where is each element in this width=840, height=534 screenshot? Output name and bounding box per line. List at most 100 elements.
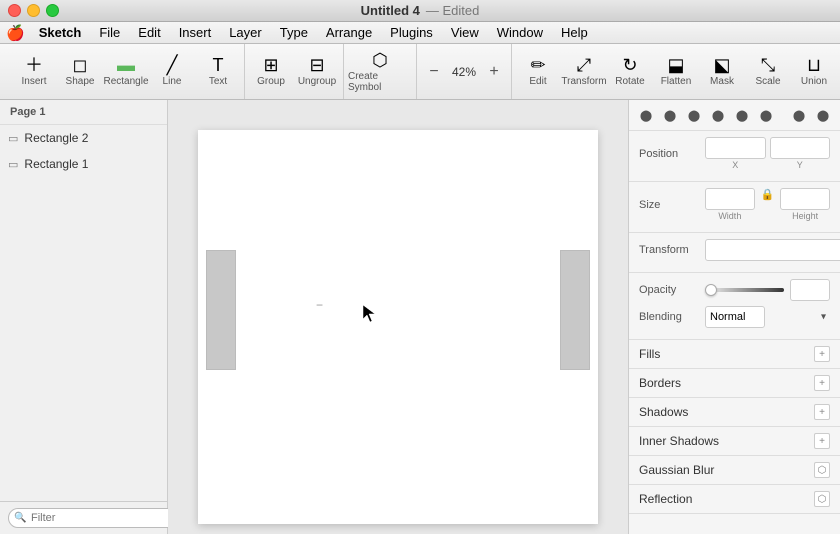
blending-label: Blending: [639, 311, 699, 323]
union-icon: ⊔: [807, 56, 821, 74]
shadows-add-button[interactable]: +: [814, 404, 830, 420]
position-section: Position X Y: [629, 131, 840, 182]
layer-rectangle1-name: Rectangle 1: [24, 157, 88, 171]
align-top-button[interactable]: ⬤: [707, 104, 729, 126]
insert-icon: ＋: [25, 56, 43, 74]
menu-edit[interactable]: Edit: [130, 23, 168, 42]
menu-help[interactable]: Help: [553, 23, 596, 42]
document-title: Untitled 4: [361, 3, 420, 18]
inner-shadows-label: Inner Shadows: [639, 434, 719, 448]
maximize-button[interactable]: [46, 4, 59, 17]
blending-wrap: Normal Multiply Screen Overlay: [705, 306, 830, 328]
menu-window[interactable]: Window: [489, 23, 551, 42]
menu-sketch[interactable]: Sketch: [31, 23, 90, 42]
align-bottom-button[interactable]: ⬤: [755, 104, 777, 126]
zoom-area: − 42% +: [417, 44, 512, 99]
page-header: Page 1: [0, 100, 167, 125]
menu-insert[interactable]: Insert: [171, 23, 220, 42]
opacity-section: Opacity Blending Normal Multiply Screen …: [629, 273, 840, 340]
shape-label: Shape: [66, 76, 95, 87]
filter-input[interactable]: [8, 508, 182, 528]
menu-plugins[interactable]: Plugins: [382, 23, 441, 42]
menu-arrange[interactable]: Arrange: [318, 23, 380, 42]
y-input[interactable]: [770, 137, 831, 159]
mask-button[interactable]: ⬕ Mask: [700, 48, 744, 96]
line-icon: ╱: [167, 56, 178, 74]
close-button[interactable]: [8, 4, 21, 17]
zoom-in-button[interactable]: +: [483, 61, 505, 83]
line-button[interactable]: ╱ Line: [150, 48, 194, 96]
menu-layer[interactable]: Layer: [221, 23, 270, 42]
rotate-label: Rotate: [615, 76, 644, 87]
layer-list: ▭ Rectangle 2 ▭ Rectangle 1: [0, 125, 167, 501]
minimize-button[interactable]: [27, 4, 40, 17]
opacity-input[interactable]: [790, 279, 830, 301]
filter-wrap: 🔍: [8, 508, 182, 528]
height-input[interactable]: [780, 188, 830, 210]
menu-view[interactable]: View: [443, 23, 487, 42]
shadows-section-header: Shadows +: [629, 398, 840, 427]
layer-item-rectangle2[interactable]: ▭ Rectangle 2: [0, 125, 167, 151]
size-fields: Width 🔒 Height: [705, 188, 830, 221]
ungroup-button[interactable]: ⊟ Ungroup: [295, 48, 339, 96]
x-input[interactable]: [705, 137, 766, 159]
canvas-rectangle2[interactable]: [560, 250, 590, 370]
height-field-wrap: Height: [780, 188, 830, 221]
inspector-align: ⬤ ⬤ ⬤ ⬤ ⬤ ⬤ ⬤ ⬤: [629, 100, 840, 131]
edit-button[interactable]: ✏ Edit: [516, 48, 560, 96]
mask-icon: ⬕: [713, 56, 730, 74]
gaussian-blur-toggle[interactable]: ⬡: [814, 462, 830, 478]
rotate-input[interactable]: [705, 239, 840, 261]
align-middle-v-button[interactable]: ⬤: [731, 104, 753, 126]
blending-row: Blending Normal Multiply Screen Overlay: [639, 306, 830, 328]
layer-item-rectangle1[interactable]: ▭ Rectangle 1: [0, 151, 167, 177]
menu-type[interactable]: Type: [272, 23, 316, 42]
shape-button[interactable]: ◻ Shape: [58, 48, 102, 96]
canvas[interactable]: −: [168, 100, 628, 534]
fills-add-button[interactable]: +: [814, 346, 830, 362]
blending-select[interactable]: Normal Multiply Screen Overlay: [705, 306, 765, 328]
edit-label: Edit: [529, 76, 546, 87]
size-row: Size Width 🔒 Height: [639, 188, 830, 221]
rectangle-button[interactable]: ▬ Rectangle: [104, 48, 148, 96]
opacity-slider[interactable]: [705, 288, 784, 292]
borders-add-button[interactable]: +: [814, 375, 830, 391]
layer-rectangle2-icon: ▭: [8, 132, 18, 145]
layer-rectangle1-icon: ▭: [8, 158, 18, 171]
scale-button[interactable]: ⤡ Scale: [746, 48, 790, 96]
apple-menu[interactable]: 🍎: [6, 24, 25, 42]
rotate-button[interactable]: ↻ Rotate: [608, 48, 652, 96]
rotate-icon: ↻: [622, 56, 637, 74]
window-title: Untitled 4 — Edited: [361, 3, 480, 18]
create-symbol-icon: ⬡: [372, 51, 388, 69]
canvas-rectangle1[interactable]: [206, 250, 236, 370]
insert-button[interactable]: ＋ Insert: [12, 48, 56, 96]
text-label: Text: [209, 76, 227, 87]
align-left-button[interactable]: ⬤: [635, 104, 657, 126]
rectangle-icon: ▬: [117, 56, 135, 74]
reflection-toggle[interactable]: ⬡: [814, 491, 830, 507]
union-label: Union: [801, 76, 827, 87]
menu-file[interactable]: File: [91, 23, 128, 42]
width-input[interactable]: [705, 188, 755, 210]
size-label: Size: [639, 199, 699, 211]
lock-icon[interactable]: 🔒: [759, 188, 777, 221]
text-button[interactable]: T Text: [196, 48, 240, 96]
union-button[interactable]: ⊔ Union: [792, 48, 836, 96]
scale-icon: ⤡: [761, 56, 775, 74]
zoom-out-button[interactable]: −: [423, 61, 445, 83]
transform-button[interactable]: ⤢ Transform: [562, 48, 606, 96]
flatten-button[interactable]: ⬓ Flatten: [654, 48, 698, 96]
shape-icon: ◻: [73, 56, 88, 74]
fills-label: Fills: [639, 347, 660, 361]
group-button[interactable]: ⊞ Group: [249, 48, 293, 96]
inner-shadows-add-button[interactable]: +: [814, 433, 830, 449]
distribute-v-button[interactable]: ⬤: [812, 104, 834, 126]
transform-section: Transform Rotate ↔ ↕: [629, 233, 840, 273]
align-right-button[interactable]: ⬤: [683, 104, 705, 126]
size-section: Size Width 🔒 Height: [629, 182, 840, 233]
align-center-h-button[interactable]: ⬤: [659, 104, 681, 126]
create-symbol-button[interactable]: ⬡ Create Symbol: [348, 48, 412, 96]
insert-group: ＋ Insert ◻ Shape ▬ Rectangle ╱ Line T Te…: [8, 44, 245, 99]
distribute-h-button[interactable]: ⬤: [788, 104, 810, 126]
